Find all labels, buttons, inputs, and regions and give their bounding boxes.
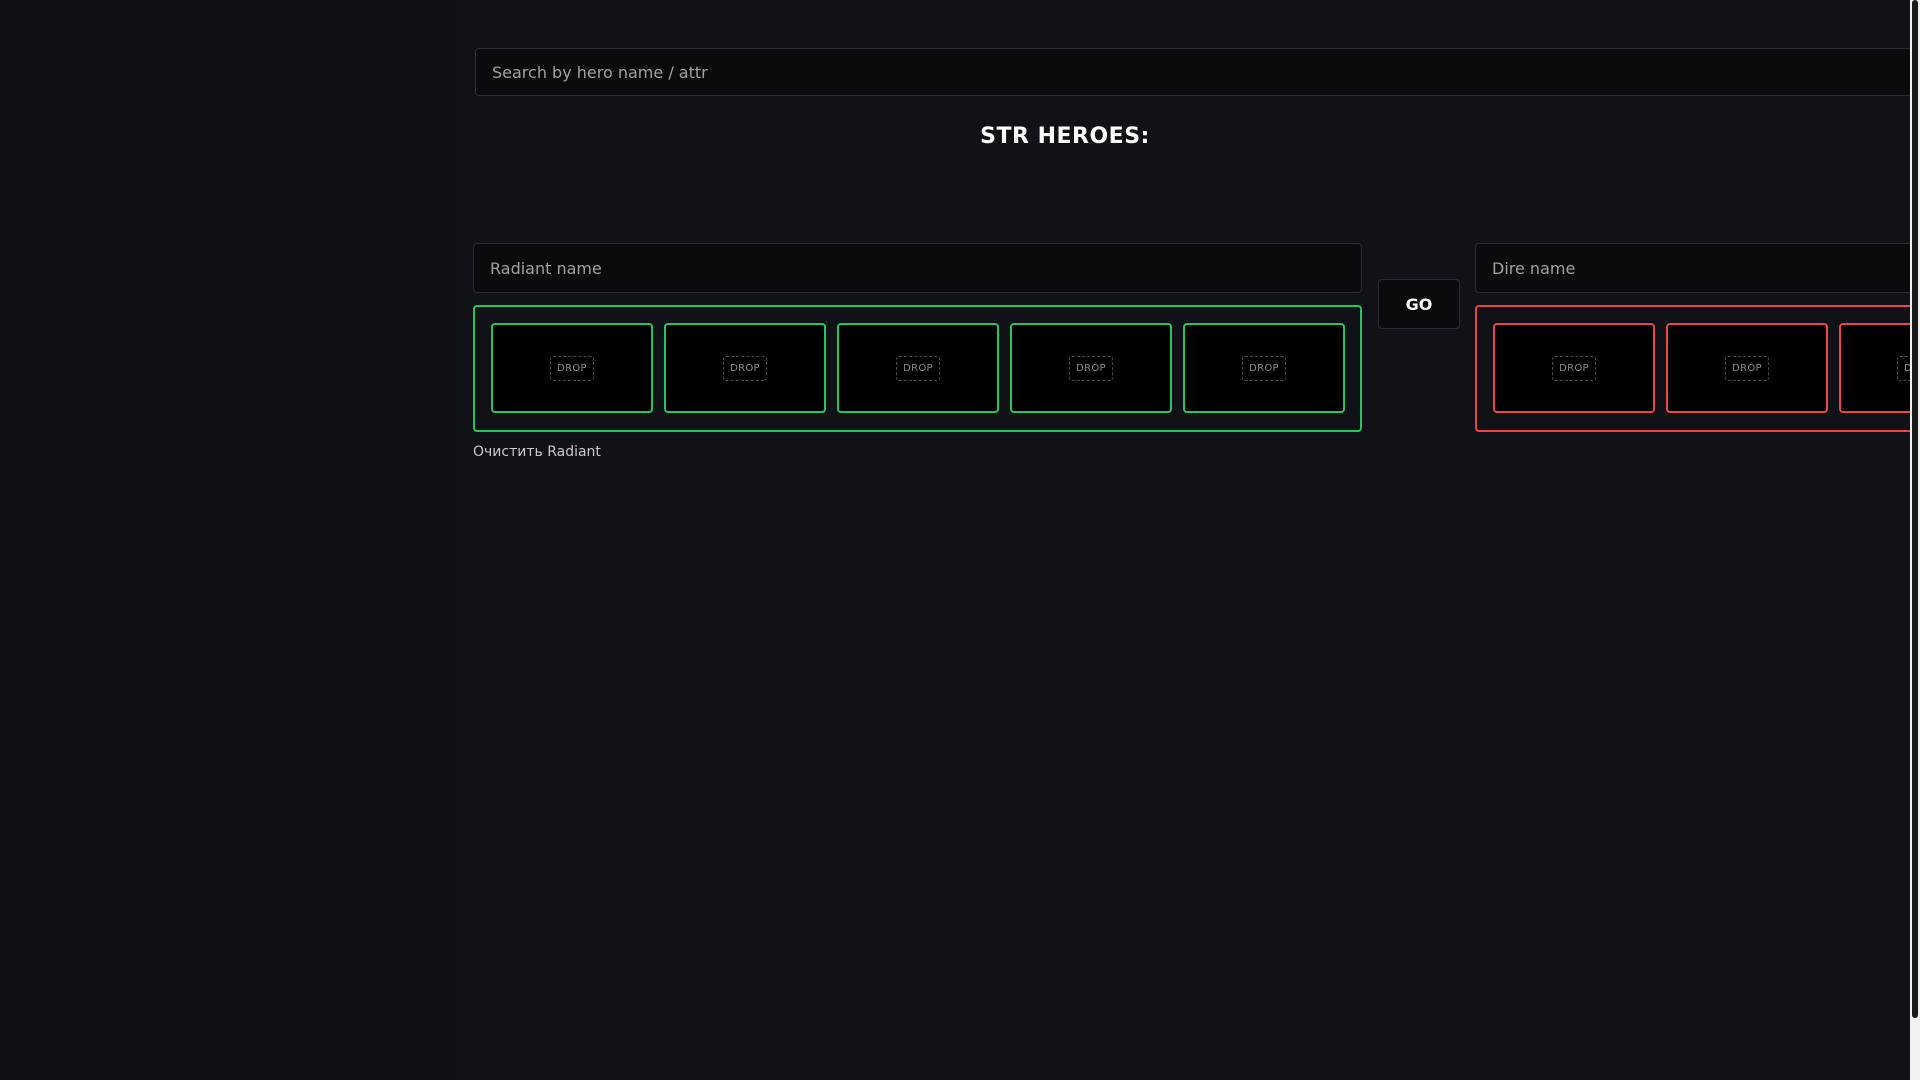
section-title: STR HEROES: (980, 124, 1150, 149)
dire-slot-2[interactable]: DROP (1666, 323, 1828, 413)
radiant-slot-5[interactable]: DROP (1183, 323, 1345, 413)
scrollbar-thumb[interactable] (1912, 0, 1918, 1018)
radiant-team-box: DROP DROP DROP DROP DROP (473, 305, 1362, 432)
radiant-slot-2[interactable]: DROP (664, 323, 826, 413)
drop-label: DROP (1069, 355, 1113, 381)
drop-label: DROP (1552, 355, 1596, 381)
radiant-slot-3[interactable]: DROP (837, 323, 999, 413)
vertical-scrollbar[interactable] (1910, 0, 1920, 1080)
left-panel (0, 0, 458, 1080)
drop-label: DROP (1242, 355, 1286, 381)
drop-label: DROP (1725, 355, 1769, 381)
drop-label: DROP (723, 355, 767, 381)
hero-search-input[interactable] (475, 48, 1920, 96)
dire-name-input[interactable] (1475, 243, 1920, 293)
go-button[interactable]: GO (1378, 279, 1460, 329)
radiant-slot-4[interactable]: DROP (1010, 323, 1172, 413)
app-viewport: STR HEROES: GO DROP DROP DROP DROP DROP … (0, 0, 1920, 1080)
dire-team-box: DROP DROP D (1475, 305, 1920, 432)
dire-slot-1[interactable]: DROP (1493, 323, 1655, 413)
dire-slot-3[interactable]: D (1839, 323, 1920, 413)
main-area (458, 0, 1910, 1080)
clear-radiant-link[interactable]: Очистить Radiant (473, 444, 601, 460)
drop-label: DROP (896, 355, 940, 381)
drop-label: DROP (550, 355, 594, 381)
radiant-name-input[interactable] (473, 243, 1362, 293)
radiant-slot-1[interactable]: DROP (491, 323, 653, 413)
